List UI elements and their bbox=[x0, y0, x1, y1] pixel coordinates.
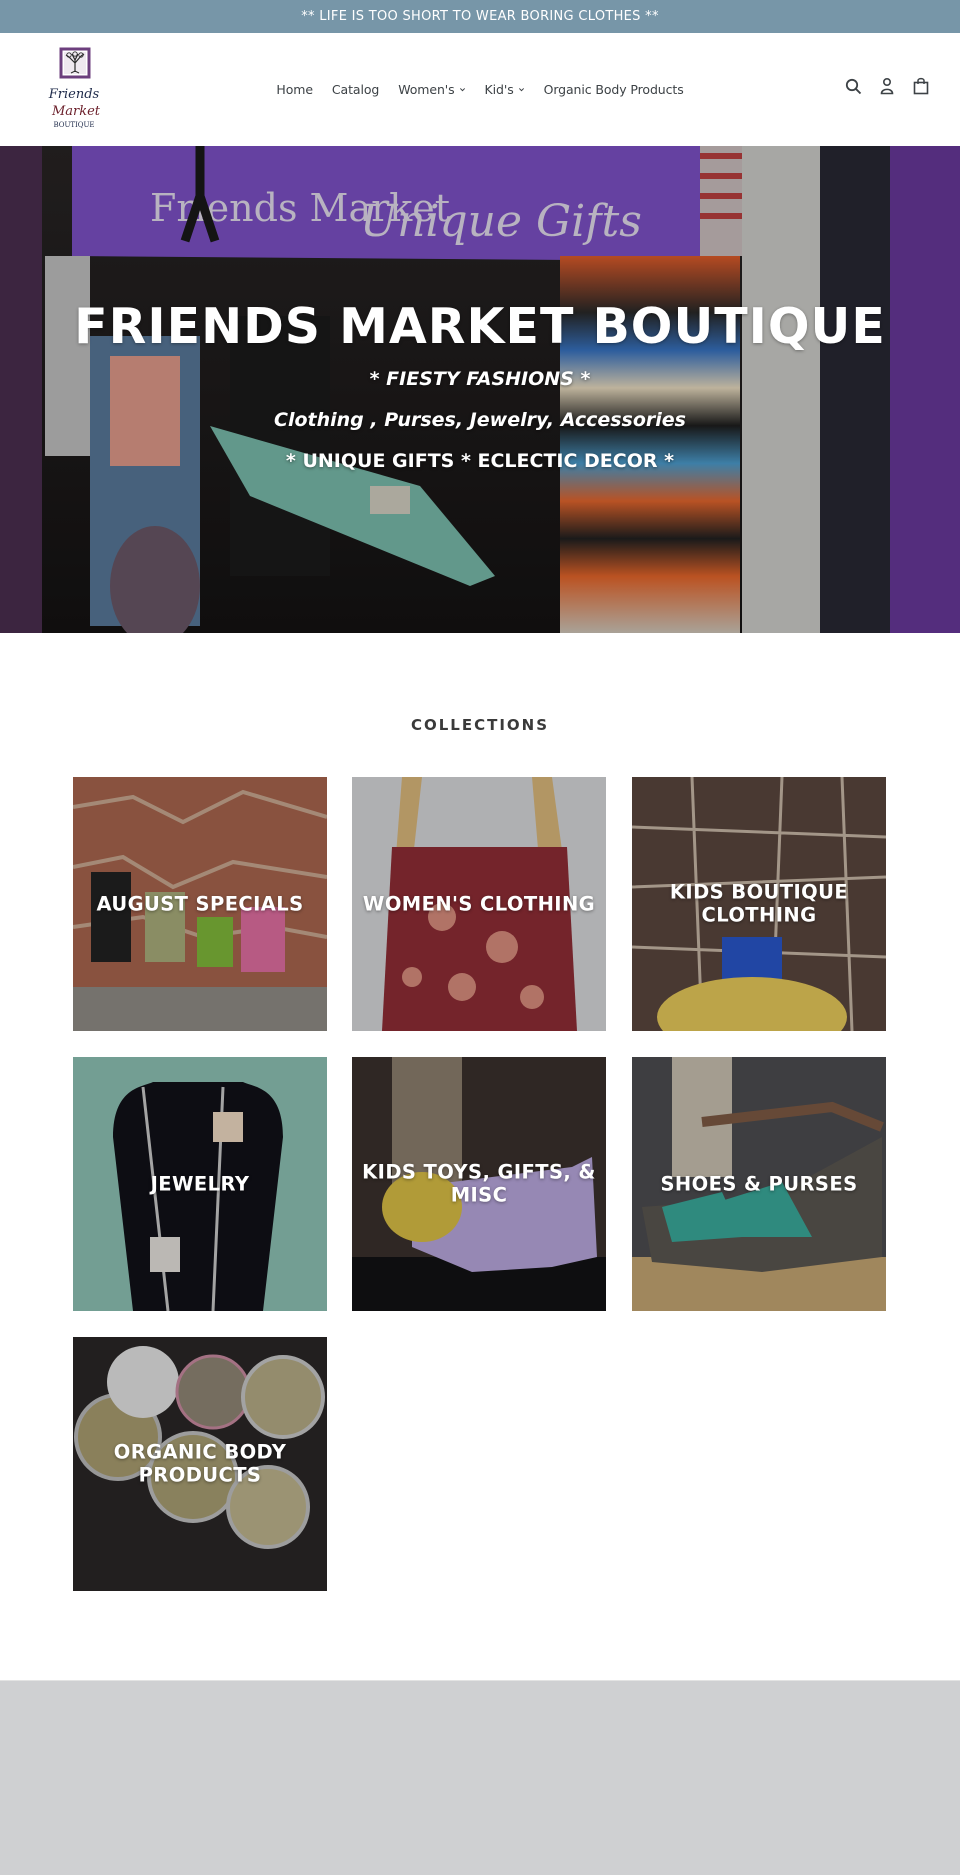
collection-organic-body-products[interactable]: ORGANIC BODY PRODUCTS bbox=[73, 1337, 327, 1591]
account-icon[interactable] bbox=[878, 76, 896, 96]
header-icons bbox=[844, 76, 930, 96]
nav-catalog[interactable]: Catalog bbox=[322, 82, 388, 97]
hero-content: FRIENDS MARKET BOUTIQUE * FIESTY FASHION… bbox=[0, 146, 960, 633]
announcement-bar: ** LIFE IS TOO SHORT TO WEAR BORING CLOT… bbox=[0, 0, 960, 33]
hero-banner: Friends Market Unique Gifts FRIENDS MARK… bbox=[0, 146, 960, 633]
collection-jewelry[interactable]: JEWELRY bbox=[73, 1057, 327, 1311]
nav-womens-label: Women's bbox=[398, 82, 455, 97]
chevron-down-icon bbox=[518, 88, 524, 92]
site-footer bbox=[0, 1680, 960, 1875]
nav-organic-body-products[interactable]: Organic Body Products bbox=[534, 82, 693, 97]
cart-icon[interactable] bbox=[912, 76, 930, 96]
collection-shoes-purses[interactable]: SHOES & PURSES bbox=[632, 1057, 886, 1311]
collection-label: WOMEN'S CLOTHING bbox=[362, 892, 596, 916]
nav-womens[interactable]: Women's bbox=[389, 82, 475, 97]
collection-womens-clothing[interactable]: WOMEN'S CLOTHING bbox=[352, 777, 606, 1031]
collection-label: AUGUST SPECIALS bbox=[96, 892, 304, 916]
collection-label: ORGANIC BODY PRODUCTS bbox=[113, 1440, 287, 1487]
hero-title: FRIENDS MARKET BOUTIQUE bbox=[74, 298, 886, 355]
main-nav: Home Catalog Women's Kid's Organic Body … bbox=[0, 33, 960, 146]
collection-kids-toys-gifts-misc[interactable]: KIDS TOYS, GIFTS, & MISC bbox=[352, 1057, 606, 1311]
nav-kids[interactable]: Kid's bbox=[475, 82, 534, 97]
hero-subtitle-fashions: * FIESTY FASHIONS * bbox=[369, 368, 591, 390]
hero-subtitle-categories: Clothing , Purses, Jewelry, Accessories bbox=[274, 409, 686, 431]
nav-catalog-label: Catalog bbox=[331, 82, 380, 97]
nav-home[interactable]: Home bbox=[267, 82, 323, 97]
collection-label: KIDS BOUTIQUE CLOTHING bbox=[669, 880, 849, 927]
search-icon[interactable] bbox=[844, 76, 862, 96]
nav-organic-label: Organic Body Products bbox=[543, 82, 684, 97]
collection-label: KIDS TOYS, GIFTS, & MISC bbox=[362, 1160, 596, 1207]
collection-label: JEWELRY bbox=[150, 1172, 250, 1196]
collection-label: SHOES & PURSES bbox=[660, 1172, 858, 1196]
nav-kids-label: Kid's bbox=[484, 82, 514, 97]
collection-august-specials[interactable]: AUGUST SPECIALS bbox=[73, 777, 327, 1031]
nav-home-label: Home bbox=[276, 82, 313, 97]
announcement-text: ** LIFE IS TOO SHORT TO WEAR BORING CLOT… bbox=[301, 9, 659, 24]
collections-title: COLLECTIONS bbox=[410, 716, 550, 734]
collection-kids-boutique-clothing[interactable]: KIDS BOUTIQUE CLOTHING bbox=[632, 777, 886, 1031]
site-header: Friends Market BOUTIQUE Home Catalog Wom… bbox=[0, 33, 960, 146]
hero-subtitle-gifts: * UNIQUE GIFTS * ECLECTIC DECOR * bbox=[285, 450, 675, 472]
chevron-down-icon bbox=[459, 88, 465, 92]
